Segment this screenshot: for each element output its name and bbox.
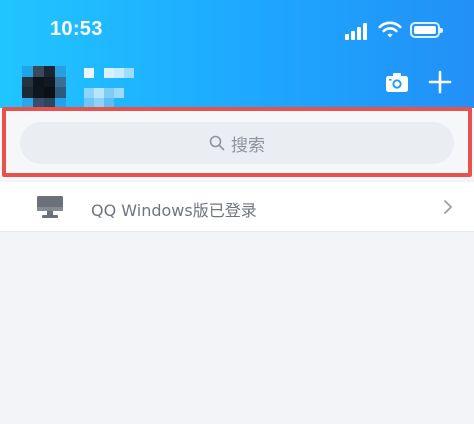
battery-icon (410, 22, 443, 38)
camera-icon[interactable] (385, 71, 409, 93)
battery-level (414, 26, 436, 34)
status-time: 10:53 (50, 18, 103, 40)
device-login-label: QQ Windows版已登录 (91, 201, 257, 220)
device-login-row[interactable]: QQ Windows版已登录 (0, 182, 474, 232)
plus-icon[interactable] (428, 70, 452, 94)
cellular-signal-icon (345, 22, 371, 40)
user-nickname[interactable] (74, 68, 134, 108)
avatar[interactable] (22, 66, 66, 108)
wifi-icon (378, 21, 402, 38)
content-area (0, 233, 474, 424)
monitor-icon (37, 196, 63, 218)
chevron-right-icon (444, 200, 452, 214)
status-bar: 10:53 (0, 0, 474, 60)
qq-contacts-screen: 10:53 搜索 QQ Windows版已登录 (0, 0, 474, 424)
search-highlight-box (2, 107, 472, 177)
